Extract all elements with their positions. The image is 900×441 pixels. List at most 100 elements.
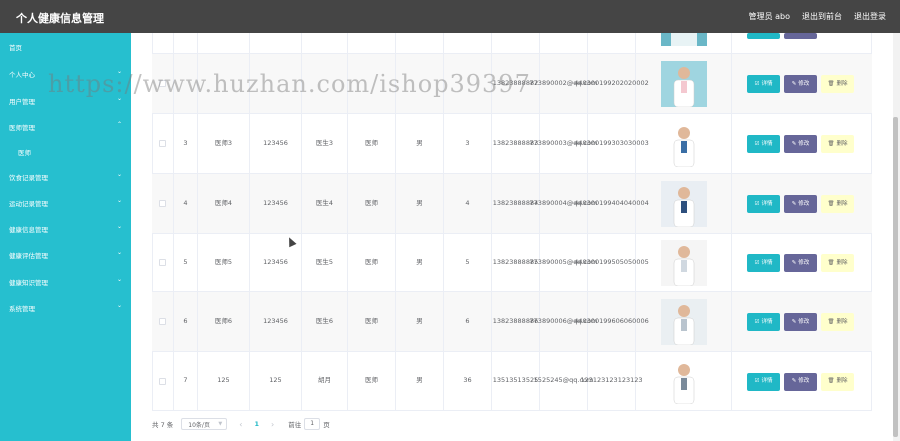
row-checkbox[interactable]	[159, 200, 166, 207]
photo-cell	[636, 54, 732, 113]
table-row: 6 医师6 123456 医生6 医师男 6 138238888 86 773890006 @qq…	[152, 292, 872, 352]
row-checkbox[interactable]	[159, 259, 166, 266]
cell-age: 5	[444, 234, 492, 291]
cell-idcard: 123123123 123123	[580, 352, 643, 410]
sidebar-item-label: 用户管理	[9, 98, 35, 106]
cell-gender: 男	[396, 114, 444, 173]
delete-button[interactable]: 🗑 删除	[821, 195, 854, 213]
delete-button-label: 删除	[836, 318, 848, 325]
actions-cell: ☑ 详情 ✎ 修改 🗑 删除	[732, 234, 872, 291]
detail-button[interactable]: ☑ 详情	[747, 195, 780, 213]
detail-button[interactable]: ☑ 详情	[747, 75, 780, 93]
row-checkbox[interactable]	[159, 80, 166, 87]
delete-button[interactable]: 🗑 删除	[821, 313, 854, 331]
actions-cell: ☑ 详情 ✎ 修改 🗑 删除	[732, 292, 872, 351]
cell-gender: 男	[396, 352, 444, 410]
sidebar-item-label: 饮食记录管理	[9, 174, 48, 182]
delete-button[interactable]: 🗑 删除	[821, 372, 854, 391]
sidebar-item-health-knowledge[interactable]: 健康知识管理 ⌄	[9, 276, 126, 287]
edit-button[interactable]: ✎ 修改	[784, 195, 817, 213]
edit-button[interactable]: ✎ 修改	[784, 135, 817, 153]
row-checkbox[interactable]	[159, 377, 166, 385]
sidebar-item-exercise-records[interactable]: 运动记录管理 ⌄	[9, 197, 126, 208]
cell-title: 医师	[348, 292, 396, 351]
detail-button[interactable]: ☑ 详情	[747, 313, 780, 331]
sidebar-subitem-doctor[interactable]: 医师	[18, 147, 135, 157]
table-row: 7 125 125 胡月 医师男 36 135135135 25 1525245@q q.com 1…	[152, 352, 872, 411]
edit-icon: ✎	[791, 378, 797, 385]
cell-account	[198, 54, 250, 113]
delete-button[interactable]: 🗑 删除	[821, 254, 854, 272]
detail-button[interactable]: ☑ 详情	[747, 372, 780, 391]
chevron-down-icon: ⌄	[116, 302, 122, 309]
sidebar-item-health-assessment[interactable]: 健康评估管理 ⌄	[9, 249, 126, 260]
edit-button-label: 修改	[798, 259, 810, 266]
logout-link[interactable]: 退出登录	[854, 11, 886, 22]
table-row: 138238888 82 773890002 @qq.com 440300199 2020…	[152, 54, 872, 114]
sidebar-item-label: 医师	[18, 149, 31, 157]
cell-phone	[492, 33, 540, 53]
cell-name: 医生6	[302, 292, 348, 351]
cell-idcard	[588, 33, 636, 53]
sidebar-item-personal-center[interactable]: 个人中心 ⌄	[9, 68, 126, 79]
delete-button[interactable]: 🗑 删除	[821, 135, 854, 153]
page-size-select[interactable]: 10条/页 ▼	[181, 418, 228, 430]
sidebar-item-label: 医师管理	[9, 124, 35, 132]
table-row	[152, 33, 872, 54]
cell-age: 3	[444, 114, 492, 173]
chevron-down-icon: ⌄	[116, 95, 122, 102]
next-page-icon[interactable]: ›	[271, 420, 274, 429]
delete-button[interactable]: 🗑 删除	[821, 75, 854, 93]
cell-index: 7	[174, 352, 198, 410]
page-number-current[interactable]: 1	[254, 420, 259, 428]
sidebar-item-label: 健康评估管理	[9, 252, 48, 260]
edit-button[interactable]	[784, 33, 817, 39]
row-checkbox[interactable]	[159, 140, 166, 147]
edit-button-label: 修改	[798, 378, 810, 385]
edit-button[interactable]: ✎ 修改	[784, 75, 817, 93]
pagination: 共 7 条 10条/页 ▼ ‹ 1 › 前往 1 页	[152, 417, 330, 431]
cell-idcard: 440300199 303030003	[574, 114, 649, 173]
row-checkbox[interactable]	[159, 318, 166, 325]
sidebar-item-diet-records[interactable]: 饮食记录管理 ⌄	[9, 171, 126, 182]
cell-account: 125	[198, 352, 250, 410]
delete-button-label: 删除	[836, 140, 848, 147]
total-count: 共 7 条	[152, 421, 174, 429]
scrollbar[interactable]	[893, 117, 898, 437]
edit-button[interactable]: ✎ 修改	[784, 313, 817, 331]
detail-button[interactable]: ☑ 详情	[747, 135, 780, 153]
goto-page-input[interactable]: 1	[304, 418, 321, 430]
sidebar-item-system-management[interactable]: 系统管理 ⌄	[9, 302, 126, 313]
sidebar: 首页 个人中心 ⌄ 用户管理 ⌄ 医师管理 ⌃ 医师 饮食记录管理 ⌄ 运动记录管理 ⌄ …	[0, 33, 131, 441]
prev-page-icon[interactable]: ‹	[239, 420, 242, 429]
table-row: 4 医师4 123456 医生4 医师男 4 138238888 84 773890004 @qq…	[152, 174, 872, 234]
photo-cell	[636, 174, 732, 233]
app-title: 个人健康信息管理	[16, 12, 104, 25]
cell-idcard: 440300199 505050005	[574, 234, 649, 291]
cell-password: 123456	[250, 292, 302, 351]
cell-name: 医生3	[302, 114, 348, 173]
cell-index: 3	[174, 114, 198, 173]
chevron-down-icon: ⌄	[116, 197, 122, 204]
edit-button[interactable]: ✎ 修改	[784, 254, 817, 272]
cell-idcard: 440300199 404040004	[574, 174, 649, 233]
exit-to-frontend-link[interactable]: 退出到前台	[802, 11, 842, 22]
edit-button[interactable]: ✎ 修改	[784, 372, 817, 391]
photo-cell	[636, 114, 732, 173]
detail-button[interactable]	[747, 33, 780, 39]
cell-name: 医生4	[302, 174, 348, 233]
row-select-cell	[152, 54, 174, 113]
detail-button[interactable]: ☑ 详情	[747, 254, 780, 272]
chevron-up-icon: ⌃	[116, 121, 122, 128]
cell-title: 医师	[348, 234, 396, 291]
sidebar-item-health-info[interactable]: 健康信息管理 ⌄	[9, 223, 126, 234]
detail-button-label: 详情	[761, 378, 773, 385]
cell-title: 医师	[348, 352, 396, 410]
sidebar-item-user-management[interactable]: 用户管理 ⌄	[9, 95, 126, 106]
sidebar-item-doctor-management[interactable]: 医师管理 ⌃	[9, 121, 126, 132]
sidebar-item-home[interactable]: 首页	[9, 42, 126, 52]
cell-password: 123456	[250, 174, 302, 233]
chevron-down-icon: ⌄	[116, 276, 122, 283]
row-select-cell	[152, 292, 174, 351]
chevron-down-icon: ▼	[218, 421, 223, 427]
